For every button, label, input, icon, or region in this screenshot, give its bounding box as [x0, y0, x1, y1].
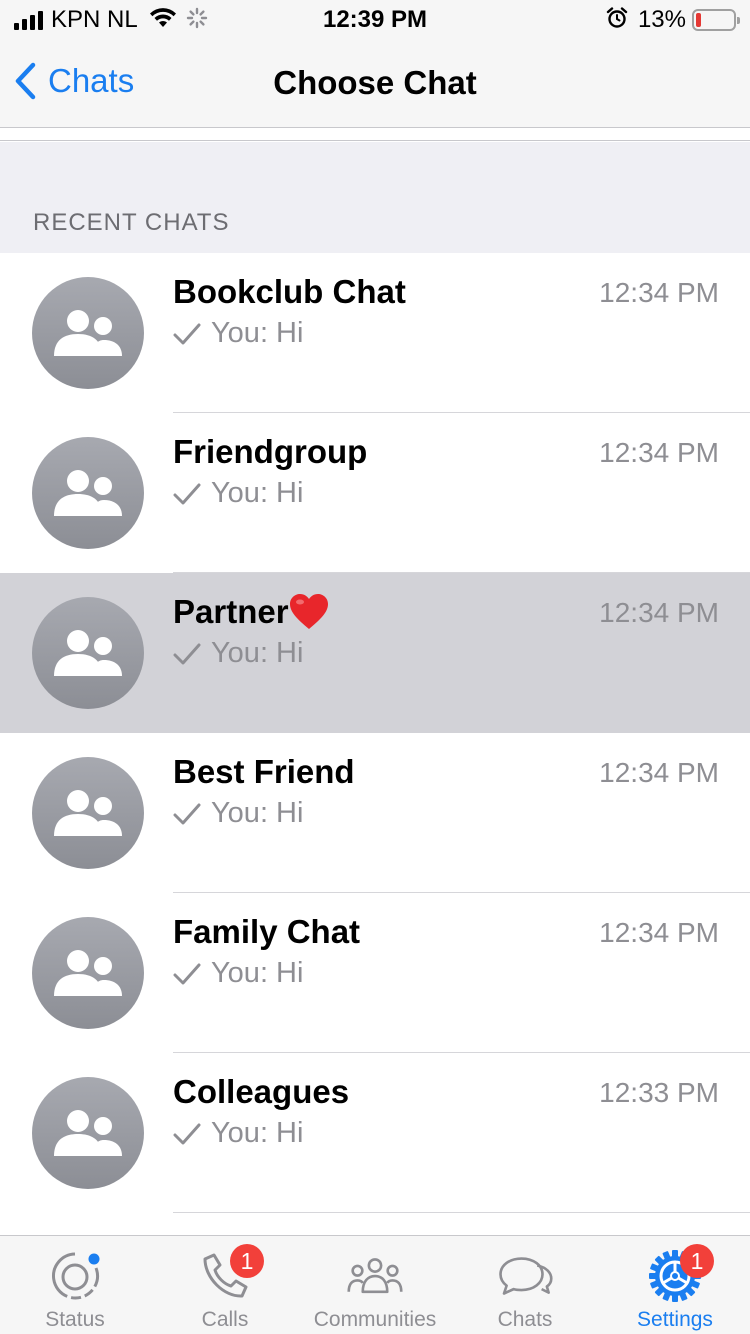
- chat-preview: You: Hi: [173, 477, 303, 510]
- chat-name: Partner: [173, 593, 329, 631]
- chat-preview: You: Hi: [173, 957, 303, 990]
- battery-level: [696, 13, 701, 27]
- page-title: Choose Chat: [273, 64, 477, 101]
- checkmark-icon: [173, 643, 201, 664]
- tab-chats[interactable]: Chats: [450, 1236, 600, 1334]
- tab-label: Calls: [201, 1308, 249, 1331]
- group-avatar-icon: [32, 277, 144, 389]
- chat-preview: You: Hi: [173, 637, 303, 670]
- chat-preview-text: You: Hi: [211, 797, 304, 829]
- chat-preview-text: You: Hi: [211, 1117, 304, 1149]
- chat-preview-text: You: Hi: [211, 957, 304, 989]
- calls-badge: 1: [230, 1244, 264, 1278]
- tab-label: Communities: [313, 1308, 437, 1331]
- heart-icon: [289, 594, 328, 629]
- chat-time: 12:34 PM: [599, 437, 719, 468]
- search-area: [0, 129, 750, 141]
- status-bar: KPN NL 12:39 PM 13%: [0, 0, 750, 40]
- chat-preview: You: Hi: [173, 317, 303, 350]
- chat-time: 12:33 PM: [599, 1077, 719, 1108]
- chat-name: Family Chat: [173, 913, 361, 950]
- chat-name: Best Friend: [173, 753, 355, 790]
- settings-badge: 1: [680, 1244, 714, 1278]
- tab-settings[interactable]: 1 Settings: [600, 1236, 750, 1334]
- status-icon: [47, 1248, 103, 1304]
- chat-time: 12:34 PM: [599, 917, 719, 948]
- status-right: 13%: [606, 6, 740, 34]
- chat-row[interactable]: Family Chat 12:34 PM You: Hi: [0, 893, 750, 1053]
- group-avatar-icon: [32, 437, 144, 549]
- alarm-icon: [606, 6, 628, 34]
- checkmark-icon: [173, 323, 201, 344]
- chat-name-text: Partner: [173, 593, 289, 630]
- tab-calls[interactable]: 1 Calls: [150, 1236, 300, 1334]
- battery-icon: [692, 9, 740, 31]
- chat-list: Bookclub Chat 12:34 PM You: Hi Friendgro…: [0, 253, 750, 1213]
- checkmark-icon: [173, 483, 201, 504]
- communities-icon: [347, 1248, 403, 1304]
- chat-row[interactable]: Colleagues 12:33 PM You: Hi: [0, 1053, 750, 1213]
- section-title: RECENT CHATS: [33, 209, 230, 236]
- navigation-bar: Chats Choose Chat: [0, 40, 750, 128]
- group-avatar-icon: [32, 757, 144, 869]
- chat-name: Friendgroup: [173, 433, 368, 470]
- chat-preview-text: You: Hi: [211, 317, 304, 349]
- chat-row[interactable]: Best Friend 12:34 PM You: Hi: [0, 733, 750, 893]
- checkmark-icon: [173, 1123, 201, 1144]
- chat-name: Colleagues: [173, 1073, 350, 1110]
- section-header: RECENT CHATS: [0, 142, 750, 254]
- tab-status[interactable]: Status: [0, 1236, 150, 1334]
- group-avatar-icon: [32, 1077, 144, 1189]
- checkmark-icon: [173, 963, 201, 984]
- row-divider: [173, 1212, 750, 1213]
- battery-percentage: 13%: [637, 6, 686, 33]
- tab-communities[interactable]: Communities: [300, 1236, 450, 1334]
- group-avatar-icon: [32, 597, 144, 709]
- chat-preview: You: Hi: [173, 1117, 303, 1150]
- tab-bar: Status 1 Calls Communities Chats 1 Setti…: [0, 1235, 750, 1334]
- chat-time: 12:34 PM: [599, 597, 719, 628]
- chat-row[interactable]: Bookclub Chat 12:34 PM You: Hi: [0, 253, 750, 413]
- checkmark-icon: [173, 803, 201, 824]
- chat-time: 12:34 PM: [599, 757, 719, 788]
- tab-label: Status: [45, 1308, 105, 1331]
- chat-row[interactable]: Friendgroup 12:34 PM You: Hi: [0, 413, 750, 573]
- chat-time: 12:34 PM: [599, 277, 719, 308]
- group-avatar-icon: [32, 917, 144, 1029]
- chat-name: Bookclub Chat: [173, 273, 406, 310]
- chat-preview-text: You: Hi: [211, 477, 304, 509]
- chat-preview: You: Hi: [173, 797, 303, 830]
- chat-row-selected[interactable]: Partner 12:34 PM You: Hi: [0, 573, 750, 733]
- chats-icon: [497, 1248, 553, 1304]
- chat-preview-text: You: Hi: [211, 637, 304, 669]
- tab-label: Settings: [637, 1308, 713, 1331]
- tab-label: Chats: [497, 1308, 553, 1331]
